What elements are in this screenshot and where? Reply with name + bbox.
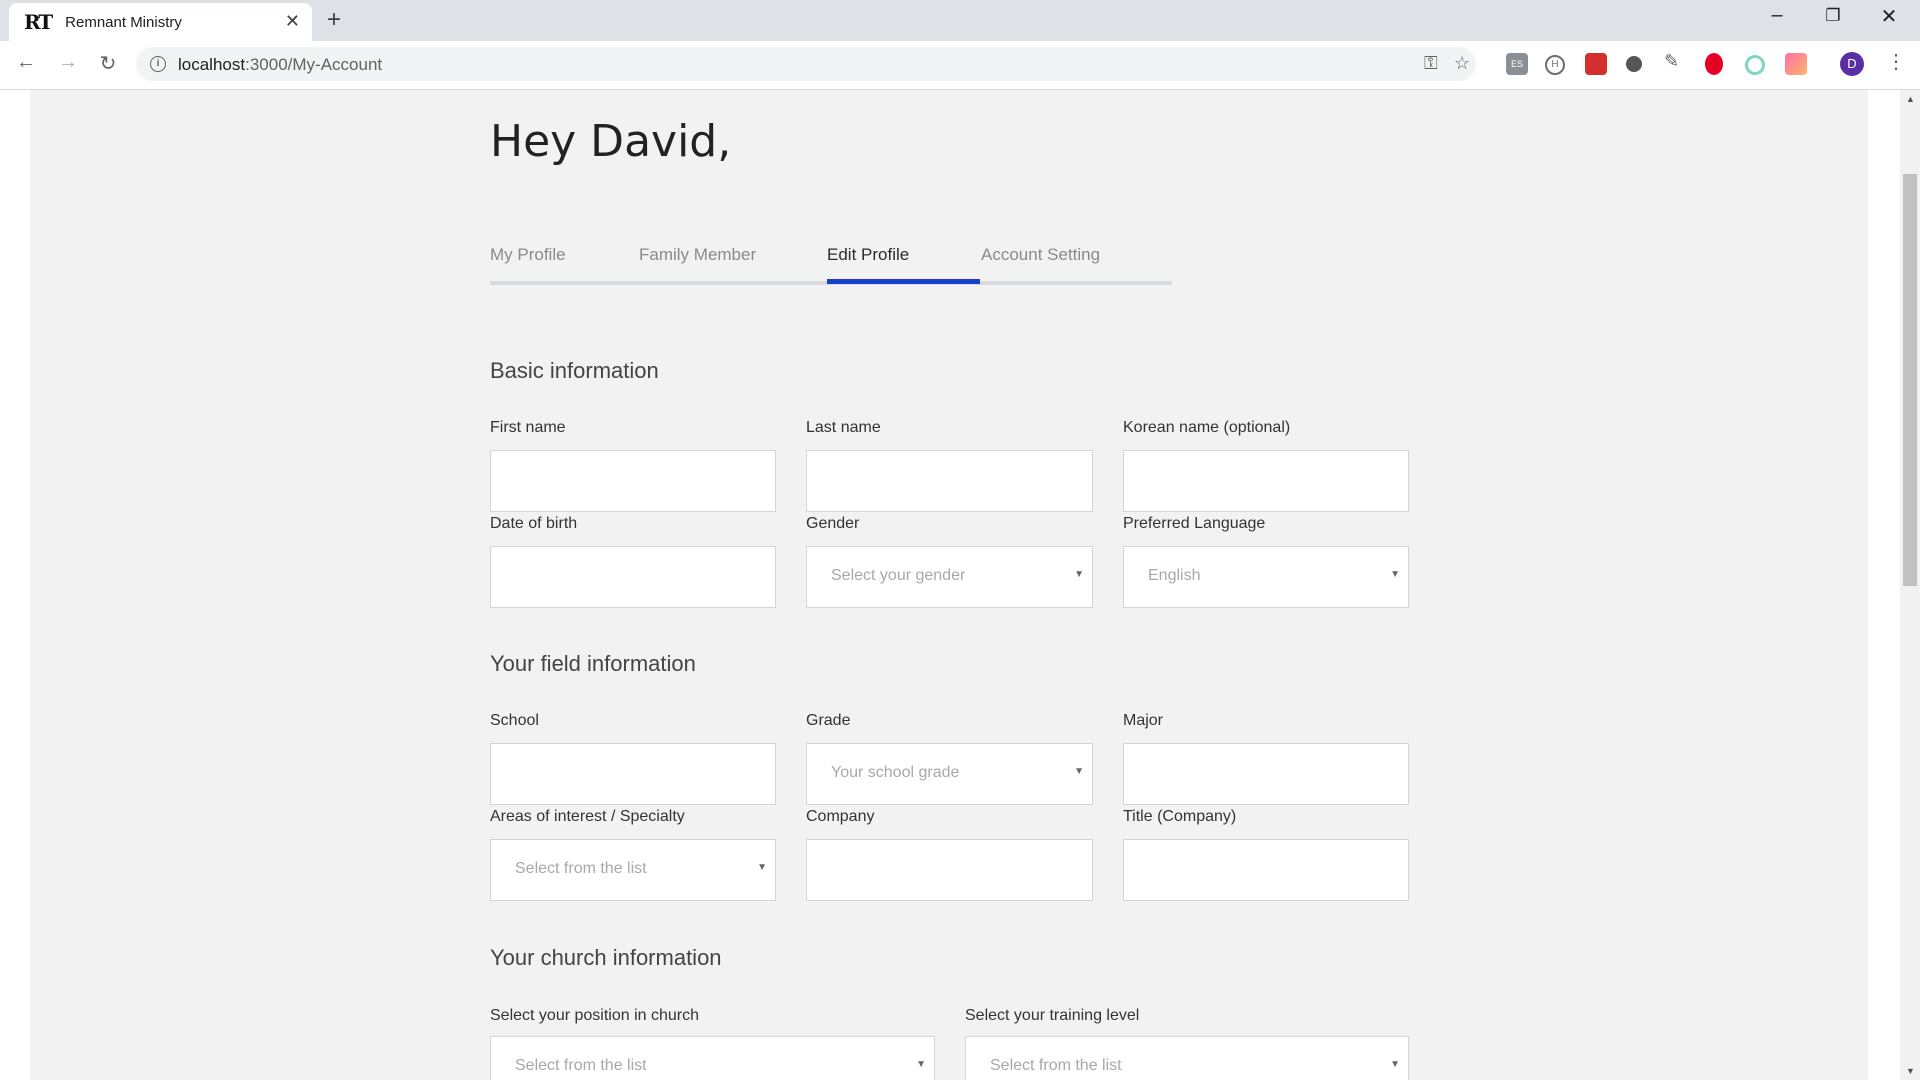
grade-select[interactable]: Your school grade ▼ — [806, 743, 1093, 805]
gender-placeholder: Select your gender — [831, 567, 966, 584]
company-input[interactable] — [807, 840, 1092, 900]
tab-title: Remnant Ministry — [65, 13, 182, 31]
church-information-heading: Your church information — [490, 945, 722, 970]
forward-icon[interactable]: → — [54, 51, 82, 74]
new-tab-icon[interactable]: + — [327, 6, 341, 34]
extension-red-icon[interactable] — [1585, 53, 1607, 75]
chevron-down-icon: ▼ — [1074, 766, 1084, 777]
scrollbar-thumb[interactable] — [1903, 174, 1917, 586]
korean-name-label: Korean name (optional) — [1123, 419, 1291, 436]
browser-menu-icon[interactable]: ⋮ — [1886, 49, 1906, 74]
bookmark-star-icon[interactable]: ☆ — [1454, 53, 1470, 74]
address-bar[interactable]: i localhost:3000/My-Account ⚿ ☆ — [136, 47, 1476, 81]
tab-my-profile[interactable]: My Profile — [490, 245, 566, 265]
extension-dark-circle-icon[interactable] — [1626, 56, 1642, 72]
title-company-input[interactable] — [1124, 840, 1408, 900]
grade-placeholder: Your school grade — [831, 764, 960, 781]
areas-of-interest-label: Areas of interest / Specialty — [490, 808, 685, 825]
date-of-birth-input[interactable] — [491, 547, 775, 607]
date-of-birth-label: Date of birth — [490, 515, 578, 532]
first-name-label: First name — [490, 419, 566, 436]
title-company-label: Title (Company) — [1123, 808, 1237, 825]
preferred-language-label: Preferred Language — [1123, 515, 1266, 532]
basic-information-heading: Basic information — [490, 358, 659, 383]
extension-h-icon[interactable]: H — [1545, 55, 1565, 75]
date-of-birth-field[interactable] — [490, 546, 776, 608]
major-input[interactable] — [1124, 744, 1408, 804]
browser-tab[interactable]: RT Remnant Ministry ✕ — [9, 3, 312, 41]
back-icon[interactable]: ← — [12, 51, 40, 74]
areas-of-interest-placeholder: Select from the list — [515, 860, 647, 877]
chevron-down-icon: ▼ — [916, 1059, 926, 1070]
chevron-down-icon: ▼ — [757, 862, 767, 873]
minimize-icon[interactable]: – — [1762, 4, 1792, 27]
last-name-label: Last name — [806, 419, 881, 436]
chevron-down-icon: ▼ — [1074, 569, 1084, 580]
extension-es-icon[interactable]: ES — [1506, 53, 1528, 75]
korean-name-input[interactable] — [1124, 451, 1408, 511]
training-level-select[interactable]: Select from the list ▼ — [965, 1036, 1409, 1080]
church-position-placeholder: Select from the list — [515, 1057, 647, 1074]
chevron-down-icon: ▼ — [1390, 569, 1400, 580]
key-icon[interactable]: ⚿ — [1424, 53, 1438, 74]
chevron-down-icon: ▼ — [1390, 1059, 1400, 1070]
major-label: Major — [1123, 712, 1164, 729]
close-tab-icon[interactable]: ✕ — [285, 11, 300, 32]
page-viewport: Hey David, My Profile Family Member Edit… — [0, 90, 1900, 1080]
first-name-input[interactable] — [491, 451, 775, 511]
church-position-select[interactable]: Select from the list ▼ — [490, 1036, 935, 1080]
url-text: localhost:3000/My-Account — [178, 55, 383, 74]
title-company-field[interactable] — [1123, 839, 1409, 901]
extension-ring-icon[interactable] — [1745, 55, 1765, 75]
extension-opera-icon[interactable] — [1705, 53, 1723, 75]
school-label: School — [490, 712, 539, 729]
first-name-field[interactable] — [490, 450, 776, 512]
page-scrollbar[interactable]: ▲ ▼ — [1900, 90, 1920, 1080]
grade-label: Grade — [806, 712, 851, 729]
areas-of-interest-select[interactable]: Select from the list ▼ — [490, 839, 776, 901]
last-name-input[interactable] — [807, 451, 1092, 511]
tab-family-member[interactable]: Family Member — [639, 245, 756, 265]
preferred-language-value: English — [1148, 567, 1201, 584]
profile-tabs: My Profile Family Member Edit Profile Ac… — [490, 245, 1172, 285]
scroll-up-icon[interactable]: ▲ — [1906, 94, 1915, 104]
site-info-icon[interactable]: i — [150, 56, 166, 72]
profile-avatar[interactable]: D — [1840, 52, 1864, 76]
company-field[interactable] — [806, 839, 1093, 901]
training-level-label: Select your training level — [965, 1007, 1140, 1024]
tab-account-setting[interactable]: Account Setting — [981, 245, 1100, 265]
korean-name-field[interactable] — [1123, 450, 1409, 512]
preferred-language-select[interactable]: English ▼ — [1123, 546, 1409, 608]
browser-toolbar: ← → ↻ i localhost:3000/My-Account ⚿ ☆ ES… — [0, 41, 1920, 90]
gender-label: Gender — [806, 515, 860, 532]
field-information-heading: Your field information — [490, 651, 696, 676]
reload-icon[interactable]: ↻ — [94, 51, 122, 76]
active-tab-indicator — [827, 279, 980, 284]
browser-tab-strip: RT Remnant Ministry ✕ + – ❐ ✕ — [0, 0, 1920, 41]
extension-pink-icon[interactable] — [1785, 53, 1807, 75]
school-field[interactable] — [490, 743, 776, 805]
last-name-field[interactable] — [806, 450, 1093, 512]
major-field[interactable] — [1123, 743, 1409, 805]
page-greeting: Hey David, — [490, 116, 732, 167]
school-input[interactable] — [491, 744, 775, 804]
training-level-placeholder: Select from the list — [990, 1057, 1122, 1074]
extension-pen-icon[interactable]: ✎ — [1664, 51, 1686, 73]
tab-edit-profile[interactable]: Edit Profile — [827, 245, 909, 265]
church-position-label: Select your position in church — [490, 1007, 699, 1024]
gender-select[interactable]: Select your gender ▼ — [806, 546, 1093, 608]
company-label: Company — [806, 808, 875, 825]
site-favicon-icon: RT — [24, 10, 53, 34]
scroll-down-icon[interactable]: ▼ — [1906, 1066, 1915, 1076]
restore-icon[interactable]: ❐ — [1818, 6, 1848, 26]
close-window-icon[interactable]: ✕ — [1874, 4, 1904, 29]
